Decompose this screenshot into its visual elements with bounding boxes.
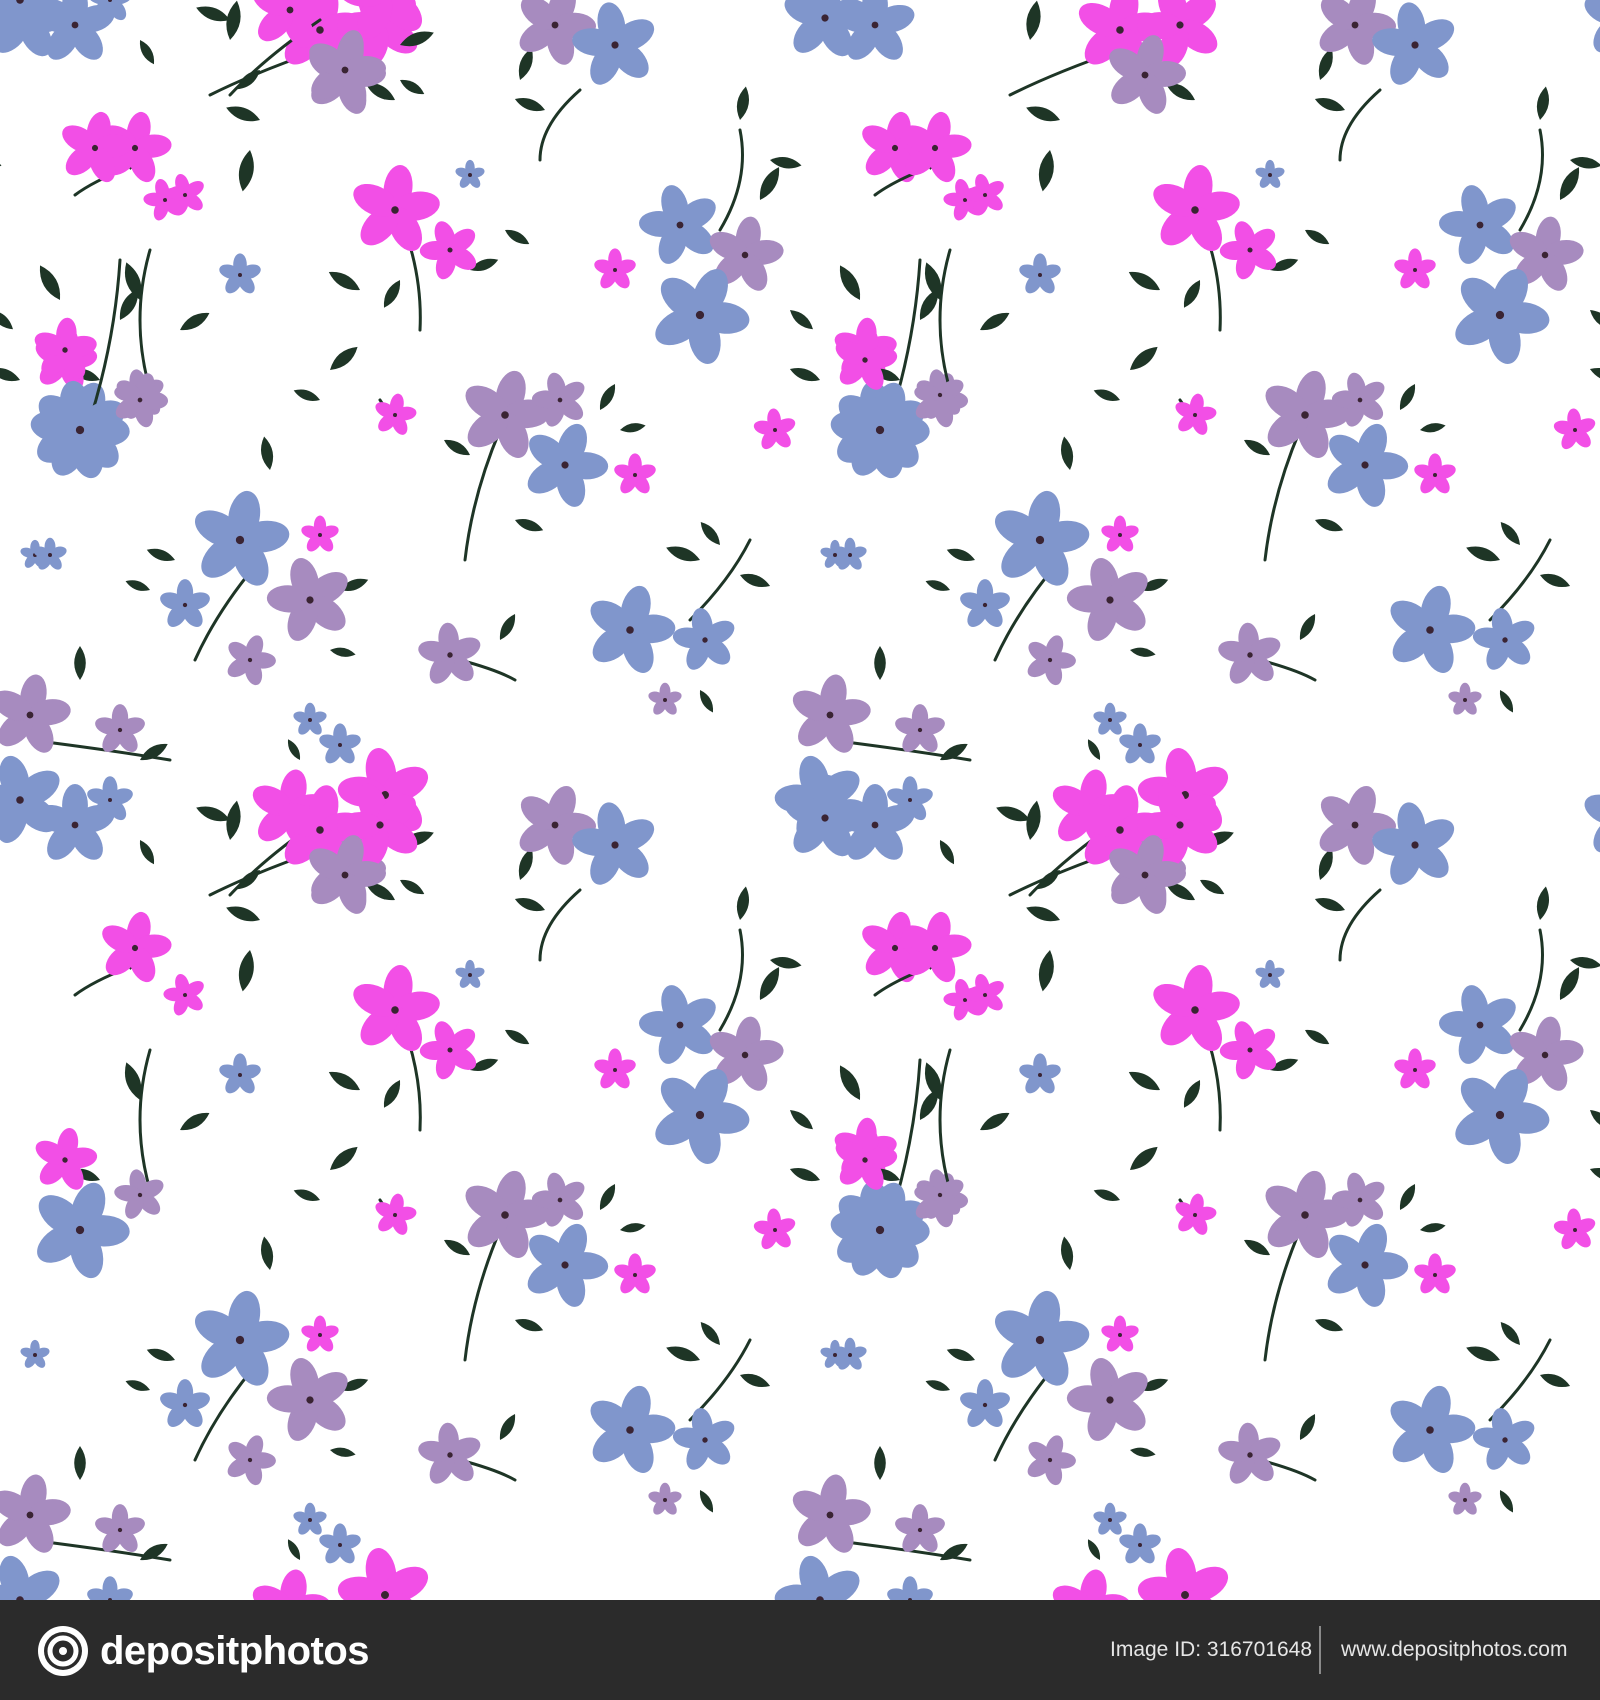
leaf	[736, 86, 750, 120]
leaf	[789, 367, 820, 382]
flower	[590, 585, 676, 673]
website-link[interactable]: www.depositphotos.com	[1341, 1633, 1567, 1667]
flower	[639, 185, 716, 264]
leaf	[328, 271, 360, 291]
stem	[138, 248, 152, 392]
flower	[194, 490, 290, 586]
image-id-value: 316701648	[1206, 1638, 1313, 1661]
leaf	[505, 229, 530, 245]
leaf	[238, 150, 254, 192]
pattern-tile-repeat	[760, 767, 1600, 1600]
camera-shutter-icon	[38, 1626, 88, 1676]
leaf	[330, 647, 356, 657]
leaf	[139, 840, 155, 865]
flower	[753, 408, 796, 450]
flower	[614, 453, 656, 494]
leaf	[293, 389, 320, 401]
flower	[672, 607, 735, 670]
leaf	[125, 580, 150, 591]
stem	[718, 128, 744, 232]
flower	[266, 557, 348, 641]
leaf	[383, 280, 401, 308]
stem	[538, 88, 582, 162]
leaf	[140, 743, 168, 761]
leaf	[515, 518, 544, 532]
floral-pattern	[0, 0, 1600, 1600]
leaf	[74, 646, 86, 680]
flower	[160, 579, 210, 627]
leaf	[499, 614, 516, 640]
leaf	[699, 690, 714, 713]
leaf	[790, 310, 813, 330]
stem	[463, 428, 502, 562]
leaf	[620, 423, 646, 433]
image-id: Image ID: 316701648	[1110, 1633, 1312, 1667]
stem	[688, 538, 752, 622]
flower	[293, 702, 327, 735]
pattern-tile-repeat	[0, 767, 994, 1600]
leaf	[759, 167, 780, 200]
brand-logo: depositphotos	[36, 1624, 370, 1678]
flower	[301, 515, 339, 552]
flower	[375, 393, 417, 435]
flower	[219, 253, 261, 294]
leaf	[740, 573, 771, 588]
leaf	[146, 548, 175, 562]
leaf	[180, 312, 210, 331]
leaf	[700, 522, 720, 545]
flower	[418, 622, 481, 684]
leaf	[260, 436, 274, 470]
leaf	[226, 106, 260, 122]
leaf	[196, 806, 230, 822]
flower	[455, 159, 485, 188]
leaf	[514, 97, 545, 112]
watermark-footer: depositphotos Image ID: 316701648 www.de…	[0, 1600, 1600, 1700]
flower	[319, 723, 361, 764]
stock-image-preview: depositphotos Image ID: 316701648 www.de…	[0, 0, 1600, 1700]
leaf	[839, 265, 861, 300]
flower	[0, 674, 71, 753]
image-id-label: Image ID:	[1110, 1638, 1202, 1661]
leaf	[330, 346, 358, 370]
leaf	[237, 870, 260, 890]
leaf	[599, 384, 616, 410]
flower	[227, 635, 276, 686]
leaf	[666, 546, 700, 562]
flower	[419, 221, 477, 280]
brand-name: depositphotos	[100, 1628, 370, 1673]
leaf	[770, 157, 802, 169]
leaf	[287, 739, 301, 760]
flower	[594, 248, 636, 289]
footer-divider	[1319, 1626, 1321, 1674]
flower	[648, 682, 682, 715]
leaf	[400, 879, 425, 895]
